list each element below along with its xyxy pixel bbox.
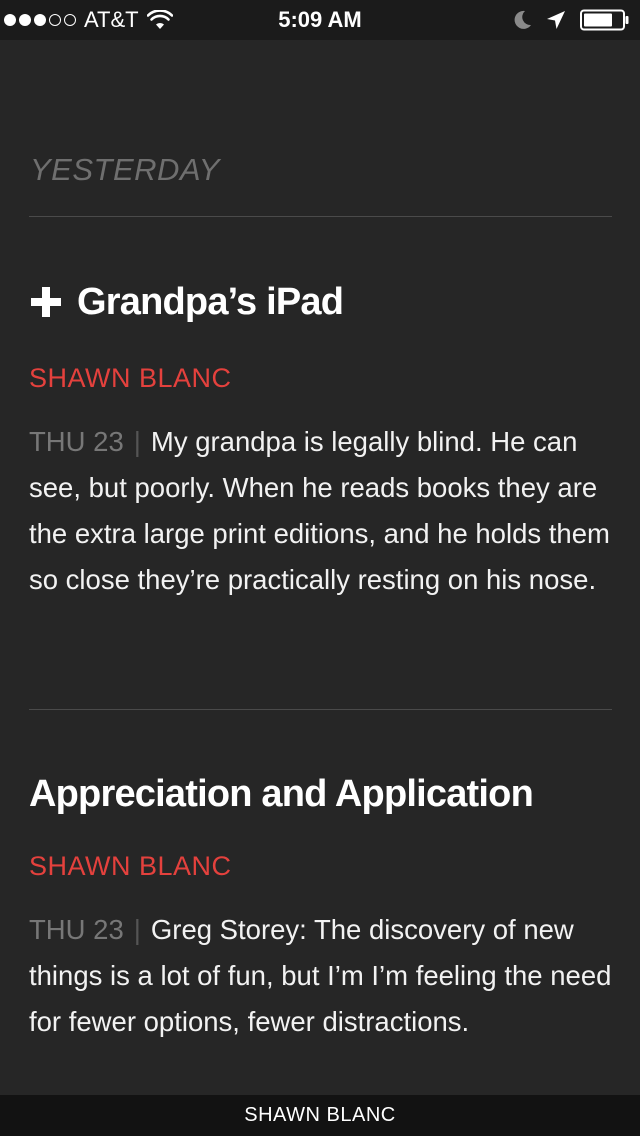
article-author: SHAWN BLANC xyxy=(29,851,232,881)
article-excerpt-block: THU 23 | Greg Storey: The discovery of new… xyxy=(29,907,612,1045)
section-title: YESTERDAY xyxy=(30,152,220,187)
moon-icon xyxy=(514,10,531,29)
plus-icon[interactable] xyxy=(29,285,63,319)
date-separator: | xyxy=(133,426,141,457)
article-date: THU 23 xyxy=(29,914,124,945)
footer-bar[interactable]: SHAWN BLANC xyxy=(0,1095,640,1136)
date-separator: | xyxy=(133,914,141,945)
location-icon xyxy=(547,11,565,29)
status-bar: AT&T 5:09 AM xyxy=(0,0,640,40)
article-item[interactable]: Grandpa’s iPad SHAWN BLANC THU 23 | My gra… xyxy=(29,278,612,603)
article-title[interactable]: Grandpa’s iPad xyxy=(77,278,344,326)
article-excerpt-block: THU 23 | My grandpa is legally blind. He c… xyxy=(29,419,612,603)
article-title[interactable]: Appreciation and Application xyxy=(29,770,534,818)
footer-source-label[interactable]: SHAWN BLANC xyxy=(244,1104,395,1126)
article-date: THU 23 xyxy=(29,426,124,457)
article-title-row[interactable]: Grandpa’s iPad xyxy=(29,278,612,326)
article-author: SHAWN BLANC xyxy=(29,363,232,393)
article-item[interactable]: Appreciation and Application SHAWN BLANC… xyxy=(29,770,612,1045)
status-bar-right xyxy=(514,0,630,40)
article-title-row[interactable]: Appreciation and Application xyxy=(29,770,612,818)
section-divider xyxy=(29,216,612,217)
battery-icon xyxy=(580,9,629,31)
article-divider xyxy=(29,709,612,710)
